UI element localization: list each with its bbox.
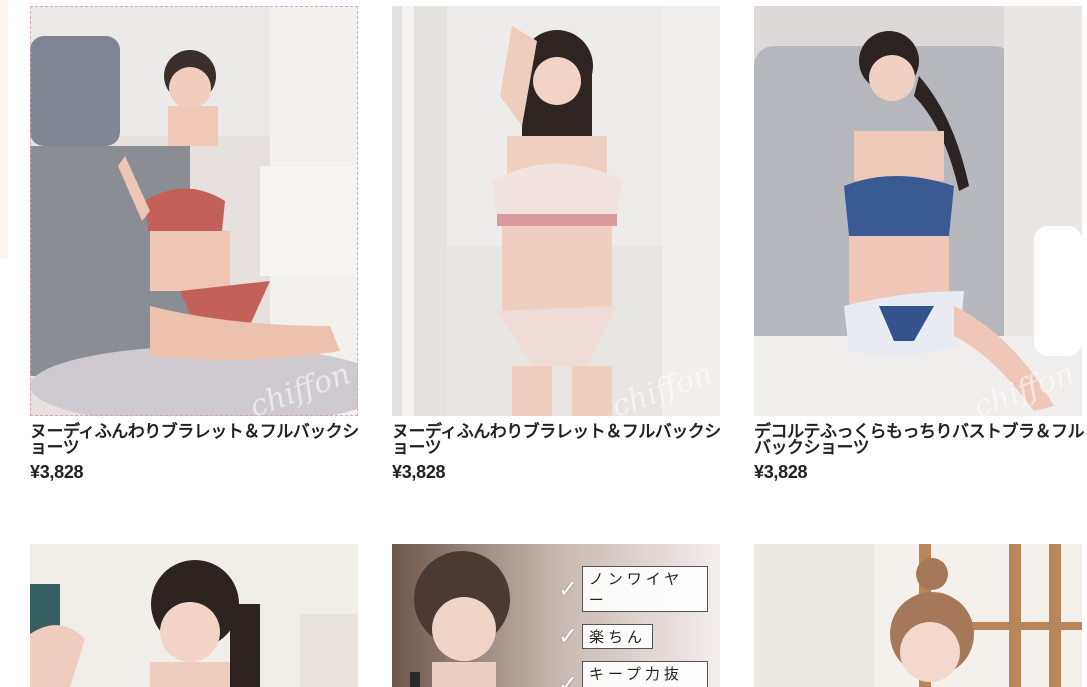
product-title[interactable]: ヌーディふんわりブラレット＆フルバックショーツ (392, 423, 722, 456)
feature-label: ノンワイヤー (581, 566, 708, 612)
side-banner-edge (0, 0, 8, 258)
product-title[interactable]: デコルテふっくらもっちりバストブラ＆フルバックショーツ (754, 423, 1085, 456)
check-icon: ✓ (558, 670, 579, 687)
product-image[interactable]: chiffon (392, 6, 720, 416)
product-price: ¥3,828 (754, 462, 808, 482)
product-card[interactable]: chiffon ヌーディふんわりブラレット＆フルバックショーツ ¥3,828 (392, 6, 722, 483)
product-price: ¥3,828 (30, 462, 84, 482)
product-price: ¥3,828 (392, 462, 446, 482)
product-image[interactable]: chiffon (754, 6, 1082, 416)
product-card[interactable] (754, 544, 1082, 687)
product-card[interactable]: chiffon デコルテふっくらもっちりバストブラ＆フルバックショーツ ¥3,8… (754, 6, 1085, 483)
product-image[interactable] (754, 544, 1082, 687)
check-icon: ✓ (558, 575, 579, 603)
feature-label: キープ力抜群 (581, 661, 708, 687)
product-image[interactable]: chiffon (30, 6, 358, 416)
feature-label: 楽ちん (582, 624, 654, 649)
feature-checklist: ✓ ノンワイヤー ✓ 楽ちん ✓ キープ力抜群 (558, 566, 708, 687)
product-title[interactable]: ヌーディふんわりブラレット＆フルバックショーツ (30, 423, 360, 456)
product-card[interactable]: ✓ ノンワイヤー ✓ 楽ちん ✓ キープ力抜群 (392, 544, 720, 687)
product-card[interactable]: chiffon ヌーディふんわりブラレット＆フルバックショーツ ¥3,828 (30, 6, 360, 483)
feature-row: ✓ 楽ちん (558, 622, 708, 651)
feature-row: ✓ キープ力抜群 (558, 661, 708, 687)
product-image[interactable] (30, 544, 358, 687)
check-icon: ✓ (558, 623, 579, 650)
feature-row: ✓ ノンワイヤー (558, 566, 708, 612)
product-card[interactable] (30, 544, 358, 687)
product-image[interactable]: ✓ ノンワイヤー ✓ 楽ちん ✓ キープ力抜群 (392, 544, 720, 687)
